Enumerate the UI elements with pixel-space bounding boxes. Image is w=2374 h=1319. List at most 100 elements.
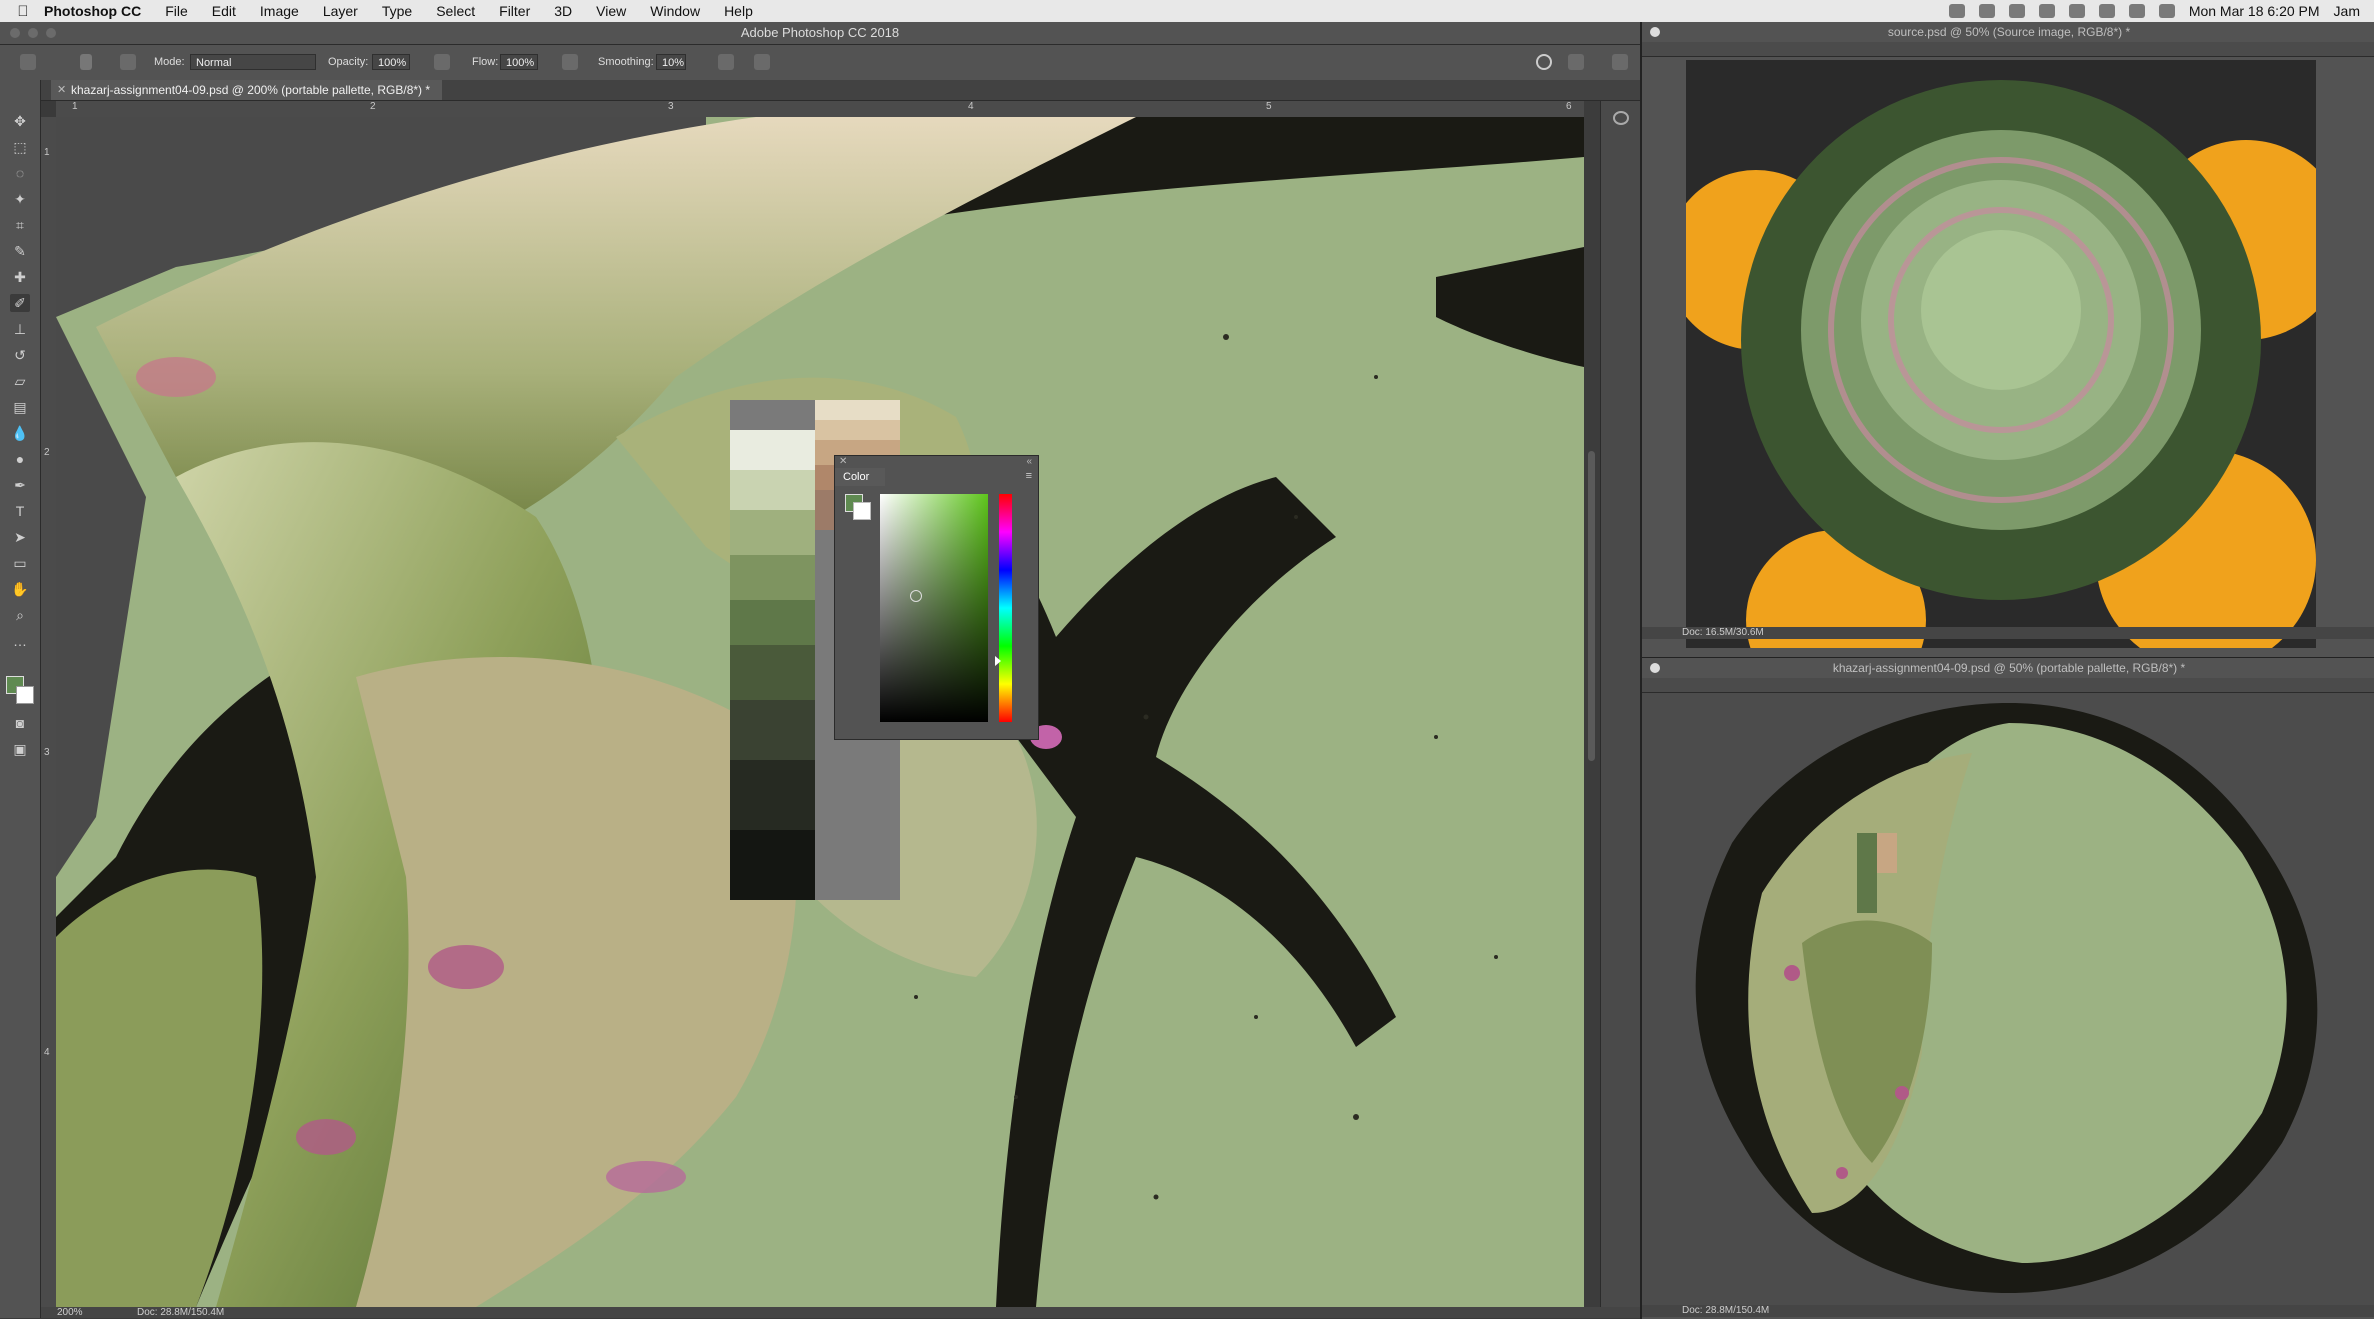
- panel-menu-icon[interactable]: ≡: [1026, 470, 1032, 482]
- flow-label: Flow:: [472, 56, 499, 68]
- screen-mode-icon[interactable]: ▣: [10, 740, 30, 758]
- close-window-button[interactable]: [1650, 663, 1660, 673]
- more-tools-icon[interactable]: …: [10, 632, 30, 650]
- menu-select[interactable]: Select: [436, 3, 475, 19]
- hand-tool-icon[interactable]: ✋: [10, 580, 30, 598]
- quick-mask-icon[interactable]: ◙: [10, 714, 30, 732]
- close-panel-icon[interactable]: ✕: [839, 456, 847, 467]
- menu-layer[interactable]: Layer: [323, 3, 358, 19]
- move-tool-icon[interactable]: ✥: [10, 112, 30, 130]
- pen-tool-icon[interactable]: ✒: [10, 476, 30, 494]
- palette-doc-size: Doc: 28.8M/150.4M: [1682, 1305, 1770, 1316]
- path-selection-tool-icon[interactable]: ➤: [10, 528, 30, 546]
- magic-wand-tool-icon[interactable]: ✦: [10, 190, 30, 208]
- smoothing-field[interactable]: 10%: [656, 54, 686, 70]
- smoothing-label: Smoothing:: [598, 56, 654, 68]
- workspace-switcher-icon[interactable]: [1568, 54, 1584, 70]
- opacity-label: Opacity:: [328, 56, 369, 68]
- ruler-tick: 4: [44, 1047, 50, 1058]
- collapse-panel-icon[interactable]: «: [1026, 456, 1032, 467]
- opacity-field[interactable]: 100%: [372, 54, 410, 70]
- airbrush-icon[interactable]: [562, 54, 578, 70]
- background-color-swatch[interactable]: [16, 686, 34, 704]
- menu-edit[interactable]: Edit: [212, 3, 236, 19]
- rectangle-tool-icon[interactable]: ▭: [10, 554, 30, 572]
- crop-tool-icon[interactable]: ⌗: [10, 216, 30, 234]
- history-brush-tool-icon[interactable]: ↺: [10, 346, 30, 364]
- panel-background-swatch[interactable]: [853, 502, 871, 520]
- brush-size-picker[interactable]: [80, 54, 92, 70]
- close-window-button[interactable]: [10, 28, 20, 38]
- hue-slider-marker[interactable]: [995, 656, 1001, 666]
- time-machine-icon[interactable]: [2038, 4, 2055, 18]
- scrollbar-thumb[interactable]: [1588, 451, 1595, 761]
- vertical-scrollbar[interactable]: [1584, 101, 1600, 1307]
- mode-select[interactable]: Normal: [190, 54, 316, 70]
- color-panel-tab[interactable]: Color: [835, 468, 885, 486]
- menu-filter[interactable]: Filter: [499, 3, 530, 19]
- eraser-tool-icon[interactable]: ▱: [10, 372, 30, 390]
- horizontal-ruler: 1 2 3 4 5 6: [56, 101, 1584, 118]
- menu-type[interactable]: Type: [382, 3, 412, 19]
- marquee-tool-icon[interactable]: ⬚: [10, 138, 30, 156]
- menu-bar:  Photoshop CC File Edit Image Layer Typ…: [0, 0, 2374, 22]
- minimize-window-button[interactable]: [28, 28, 38, 38]
- share-icon[interactable]: [1612, 54, 1628, 70]
- brush-settings-panel-icon[interactable]: [120, 54, 136, 70]
- creative-cloud-icon[interactable]: [1948, 4, 1965, 18]
- clock[interactable]: Mon Mar 18 6:20 PM: [2189, 3, 2320, 19]
- menu-3d[interactable]: 3D: [554, 3, 572, 19]
- zoom-tool-icon[interactable]: ⌕: [10, 606, 30, 624]
- menu-window[interactable]: Window: [650, 3, 700, 19]
- artichoke-photo: [1686, 60, 2316, 648]
- zoom-window-button[interactable]: [46, 28, 56, 38]
- close-window-button[interactable]: [1650, 27, 1660, 37]
- source-doc-size: Doc: 16.5M/30.6M: [1682, 627, 1764, 638]
- document-tab-title: khazarj-assignment04-09.psd @ 200% (port…: [71, 83, 431, 97]
- menu-help[interactable]: Help: [724, 3, 753, 19]
- app-name-menu[interactable]: Photoshop CC: [44, 3, 141, 19]
- clone-stamp-tool-icon[interactable]: ⊥: [10, 320, 30, 338]
- ruler-tick: 3: [668, 101, 674, 112]
- source-status-bar: Doc: 16.5M/30.6M: [1642, 627, 2374, 639]
- battery-icon[interactable]: [2158, 4, 2175, 18]
- brush-tool-icon[interactable]: ✐: [10, 294, 30, 312]
- color-picker-handle[interactable]: [910, 590, 922, 602]
- mode-label: Mode:: [154, 56, 185, 68]
- cloud-icon[interactable]: [1978, 4, 1995, 18]
- libraries-icon[interactable]: [1613, 111, 1629, 125]
- hue-slider[interactable]: [999, 494, 1012, 722]
- saturation-value-picker[interactable]: [880, 494, 988, 722]
- source-document-window: source.psd @ 50% (Source image, RGB/8*) …: [1640, 22, 2374, 657]
- zoom-level[interactable]: 200%: [57, 1307, 83, 1318]
- volume-icon[interactable]: [2128, 4, 2145, 18]
- type-tool-icon[interactable]: T: [10, 502, 30, 520]
- dropbox-icon[interactable]: [2008, 4, 2025, 18]
- flow-field[interactable]: 100%: [500, 54, 538, 70]
- apple-icon[interactable]: : [10, 3, 36, 20]
- gradient-tool-icon[interactable]: ▤: [10, 398, 30, 416]
- source-photo: [1686, 60, 2316, 648]
- window-title: Adobe Photoshop CC 2018: [740, 25, 900, 40]
- bluetooth-icon[interactable]: [2068, 4, 2085, 18]
- brush-tool-preset-icon[interactable]: [20, 54, 36, 70]
- menu-view[interactable]: View: [596, 3, 626, 19]
- wifi-icon[interactable]: [2098, 4, 2115, 18]
- ruler-tick: 2: [44, 447, 50, 458]
- pressure-opacity-icon[interactable]: [434, 54, 450, 70]
- menu-image[interactable]: Image: [260, 3, 299, 19]
- dodge-tool-icon[interactable]: ●: [10, 450, 30, 468]
- status-bar: 200% Doc: 28.8M/150.4M: [41, 1307, 1640, 1318]
- blur-tool-icon[interactable]: 💧: [10, 424, 30, 442]
- close-tab-icon[interactable]: ✕: [57, 80, 66, 100]
- lasso-tool-icon[interactable]: ◌: [10, 164, 30, 182]
- search-icon[interactable]: [1536, 54, 1552, 70]
- healing-brush-tool-icon[interactable]: ✚: [10, 268, 30, 286]
- menu-file[interactable]: File: [165, 3, 188, 19]
- document-tab[interactable]: ✕ khazarj-assignment04-09.psd @ 200% (po…: [51, 80, 443, 100]
- pressure-size-icon[interactable]: [754, 54, 770, 70]
- palette-document-window: khazarj-assignment04-09.psd @ 50% (porta…: [1640, 657, 2374, 1319]
- eyedropper-tool-icon[interactable]: ✎: [10, 242, 30, 260]
- user-menu[interactable]: Jam: [2334, 3, 2360, 19]
- gear-icon[interactable]: [718, 54, 734, 70]
